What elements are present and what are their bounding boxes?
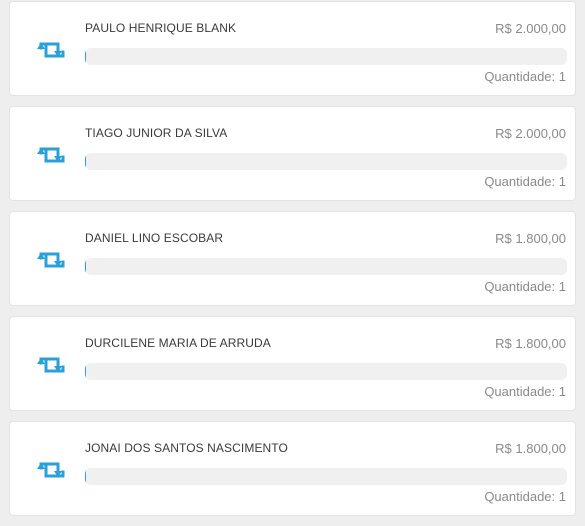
list-item[interactable]: DANIEL LINO ESCOBAR R$ 1.800,00 Quantida… <box>9 211 576 306</box>
list-item[interactable]: DURCILENE MARIA DE ARRUDA R$ 1.800,00 Qu… <box>9 316 576 411</box>
retweet-icon <box>37 357 65 373</box>
progress-bar <box>85 258 567 275</box>
progress-fill <box>85 258 86 275</box>
list-item[interactable]: JONAI DOS SANTOS NASCIMENTO R$ 1.800,00 … <box>9 421 576 516</box>
participant-name: PAULO HENRIQUE BLANK <box>85 21 237 35</box>
progress-bar <box>85 468 567 485</box>
list-item[interactable]: TIAGO JUNIOR DA SILVA R$ 2.000,00 Quanti… <box>9 106 576 201</box>
ranking-list: PAULO HENRIQUE BLANK R$ 2.000,00 Quantid… <box>9 1 576 526</box>
progress-bar <box>85 48 567 65</box>
retweet-icon <box>37 462 65 478</box>
quantity-label: Quantidade: 1 <box>484 174 566 189</box>
retweet-icon <box>37 42 65 58</box>
participant-name: DURCILENE MARIA DE ARRUDA <box>85 336 271 350</box>
amount-value: R$ 1.800,00 <box>495 336 566 351</box>
amount-value: R$ 2.000,00 <box>495 126 566 141</box>
progress-fill <box>85 468 86 485</box>
amount-value: R$ 2.000,00 <box>495 21 566 36</box>
retweet-icon <box>37 252 65 268</box>
participant-name: DANIEL LINO ESCOBAR <box>85 231 224 245</box>
progress-fill <box>85 48 86 65</box>
quantity-label: Quantidade: 1 <box>484 279 566 294</box>
quantity-label: Quantidade: 1 <box>484 489 566 504</box>
quantity-label: Quantidade: 1 <box>484 384 566 399</box>
participant-name: JONAI DOS SANTOS NASCIMENTO <box>85 441 288 455</box>
progress-bar <box>85 153 567 170</box>
amount-value: R$ 1.800,00 <box>495 441 566 456</box>
list-item[interactable]: PAULO HENRIQUE BLANK R$ 2.000,00 Quantid… <box>9 1 576 96</box>
participant-name: TIAGO JUNIOR DA SILVA <box>85 126 228 140</box>
amount-value: R$ 1.800,00 <box>495 231 566 246</box>
progress-bar <box>85 363 567 380</box>
retweet-icon <box>37 147 65 163</box>
progress-fill <box>85 363 86 380</box>
progress-fill <box>85 153 86 170</box>
quantity-label: Quantidade: 1 <box>484 69 566 84</box>
